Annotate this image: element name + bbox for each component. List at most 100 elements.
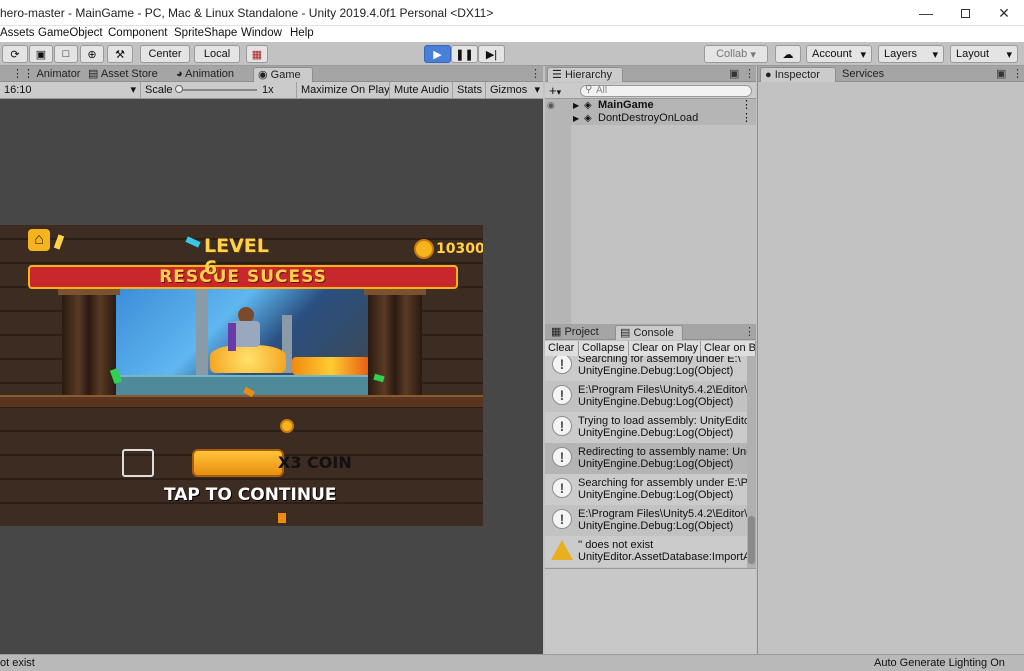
console-collapse-button[interactable]: Collapse (579, 341, 629, 356)
cloud-icon: ☁ (782, 48, 794, 61)
entry-message: E:\Program Files\Unity5.4.2\Editor\D (578, 508, 747, 520)
lock-icon[interactable]: ▣ (729, 67, 739, 80)
hierarchy-search-input[interactable]: ⚲ All (580, 84, 752, 97)
eye-icon[interactable]: ◉ (547, 99, 555, 112)
window-title: hero-master - MainGame - PC, Mac & Linux… (0, 6, 494, 20)
minimize-button[interactable]: — (908, 0, 944, 26)
console-clear-on-build-button[interactable]: Clear on Bu (701, 341, 756, 356)
layout-dropdown[interactable]: Layout ▾ (950, 45, 1018, 63)
rotate-tool-button[interactable]: ⟳ (2, 45, 28, 63)
menu-component[interactable]: Component (108, 27, 167, 39)
menu-assets[interactable]: Assets (0, 27, 35, 39)
left-column (62, 291, 116, 395)
collab-button[interactable]: Collab ▾ (704, 45, 768, 63)
lock-icon[interactable]: ▣ (996, 67, 1006, 80)
pivot-local-button[interactable]: Local (194, 45, 240, 63)
tap-to-continue-text[interactable]: TAP TO CONTINUE (164, 485, 337, 505)
hierarchy-panel: ☰ Hierarchy ▣ ⋮ +▾ ⚲ All ◉ ▶ ◈ MainGame … (545, 66, 756, 324)
pause-button[interactable]: ❚❚ (451, 45, 478, 63)
tab-animator[interactable]: ⋮⋮ Animator (8, 67, 84, 82)
status-message[interactable]: ot exist (0, 657, 35, 669)
entry-message: E:\Program Files\Unity5.4.2\Editor\D (578, 384, 747, 396)
console-entry[interactable]: ! Searching for assembly under E:\Pro Uni… (545, 474, 747, 505)
account-dropdown[interactable]: Account ▾ (806, 45, 872, 63)
pause-icon: ❚❚ (455, 48, 474, 61)
collab-label: Collab (716, 48, 748, 60)
tab-animator-label: Animator (36, 68, 81, 80)
x3-coin-button[interactable] (192, 449, 284, 477)
maximize-button[interactable] (947, 0, 983, 26)
step-button[interactable]: ▶| (478, 45, 505, 63)
home-icon[interactable]: ⌂ (28, 229, 50, 251)
menu-gameobject[interactable]: GameObject (38, 27, 103, 39)
stats-toggle[interactable]: Stats (452, 82, 485, 98)
aspect-dropdown[interactable]: 16:10 ▾ (0, 82, 140, 98)
expand-arrow-icon[interactable]: ▶ (573, 99, 579, 112)
console-clear-button[interactable]: Clear (545, 341, 579, 356)
tab-game[interactable]: ◉ Game (253, 67, 313, 82)
clear-on-play-label: Clear on Play (632, 342, 699, 354)
mute-audio-toggle[interactable]: Mute Audio (389, 82, 452, 98)
transform-tool-button[interactable]: ⊕ (80, 45, 104, 63)
entry-trace: UnityEngine.Debug:Log(Object) (578, 365, 734, 377)
scale-tool-button[interactable]: ▣ (29, 45, 53, 63)
menu-help[interactable]: Help (290, 27, 314, 39)
hierarchy-item-dontdestroyonload[interactable]: ▶ ◈ DontDestroyOnLoad ⋮ (545, 112, 756, 125)
custom-tool-button[interactable]: ⚒ (107, 45, 133, 63)
info-icon: ! (552, 509, 572, 529)
console-menu-icon[interactable]: ⋮ (744, 325, 755, 338)
info-circle-icon: ● (765, 69, 772, 81)
tab-inspector[interactable]: ● Inspector (760, 67, 836, 82)
gizmos-label: Gizmos (490, 84, 528, 96)
pivot-center-button[interactable]: Center (140, 45, 190, 63)
item-menu-icon[interactable]: ⋮ (741, 112, 752, 125)
console-scrollbar-thumb[interactable] (748, 516, 755, 564)
scale-slider-thumb[interactable] (175, 85, 183, 93)
game-screen[interactable]: RESCUE SUCESS LEVEL 6 ⌂ 10300 X3 COIN TA… (0, 225, 483, 526)
create-dropdown[interactable]: +▾ (549, 83, 561, 98)
scale-label: Scale (145, 84, 173, 96)
menu-window[interactable]: Window (241, 27, 282, 39)
item-menu-icon[interactable]: ⋮ (741, 99, 752, 112)
gizmos-dropdown[interactable]: Gizmos ▾ (485, 82, 543, 98)
snap-button[interactable]: ▦ (246, 45, 268, 63)
rect-tool-button[interactable]: □ (54, 45, 78, 63)
hierarchy-menu-icon[interactable]: ⋮ (744, 67, 755, 80)
play-button[interactable]: ▶ (424, 45, 451, 63)
cloud-button[interactable]: ☁ (775, 45, 801, 63)
console-entry[interactable]: ! E:\Program Files\Unity5.4.2\Editor\D Un… (545, 505, 747, 536)
game-panel-menu-icon[interactable]: ⋮ (530, 67, 541, 80)
console-scrollbar[interactable] (747, 356, 756, 568)
layout-label: Layout (956, 48, 990, 60)
console-entry[interactable]: ! E:\Program Files\Unity5.4.2\Editor\D Un… (545, 381, 747, 412)
console-clear-on-play-button[interactable]: Clear on Play (629, 341, 701, 356)
expand-arrow-icon[interactable]: ▶ (573, 112, 579, 125)
info-icon: ! (552, 447, 572, 467)
scale-slider-track[interactable] (177, 89, 257, 91)
inspector-menu-icon[interactable]: ⋮ (1012, 67, 1023, 80)
hero-character (228, 307, 264, 357)
console-entry[interactable]: ! Trying to load assembly: UnityEditor Un… (545, 412, 747, 443)
menu-spriteshape[interactable]: SpriteShape (174, 27, 237, 39)
console-entry[interactable]: '' does not exist UnityEditor.AssetDataba… (545, 536, 747, 567)
gamepad-icon: ◉ (258, 69, 268, 81)
console-entry[interactable]: ! Redirecting to assembly name: Unit Unit… (545, 443, 747, 474)
console-entry-text: Trying to load assembly: UnityEditor Unit… (578, 415, 747, 439)
console-entry[interactable]: ! Searching for assembly under E:\ UnityE… (545, 356, 747, 381)
close-button[interactable]: ✕ (986, 0, 1022, 26)
tab-animation[interactable]: ◕ Animation (172, 67, 238, 82)
maximize-on-play-toggle[interactable]: Maximize On Play (296, 82, 390, 98)
tab-asset-store[interactable]: ▤ Asset Store (84, 67, 162, 82)
tab-services[interactable]: Services (838, 67, 888, 82)
game-canvas[interactable]: RESCUE SUCESS LEVEL 6 ⌂ 10300 X3 COIN TA… (0, 99, 543, 654)
entry-message: Searching for assembly under E:\Pro (578, 477, 747, 489)
hierarchy-item-maingame[interactable]: ◉ ▶ ◈ MainGame ⋮ (545, 99, 756, 112)
animator-icon: ⋮⋮ (12, 68, 34, 80)
tab-services-label: Services (842, 68, 885, 80)
tab-hierarchy[interactable]: ☰ Hierarchy (547, 67, 623, 82)
layers-dropdown[interactable]: Layers ▾ (878, 45, 944, 63)
tab-project[interactable]: ▦ Project (547, 325, 603, 340)
layers-label: Layers (884, 48, 918, 60)
tab-console[interactable]: ▤ Console (615, 325, 683, 340)
info-icon: ! (552, 356, 572, 374)
